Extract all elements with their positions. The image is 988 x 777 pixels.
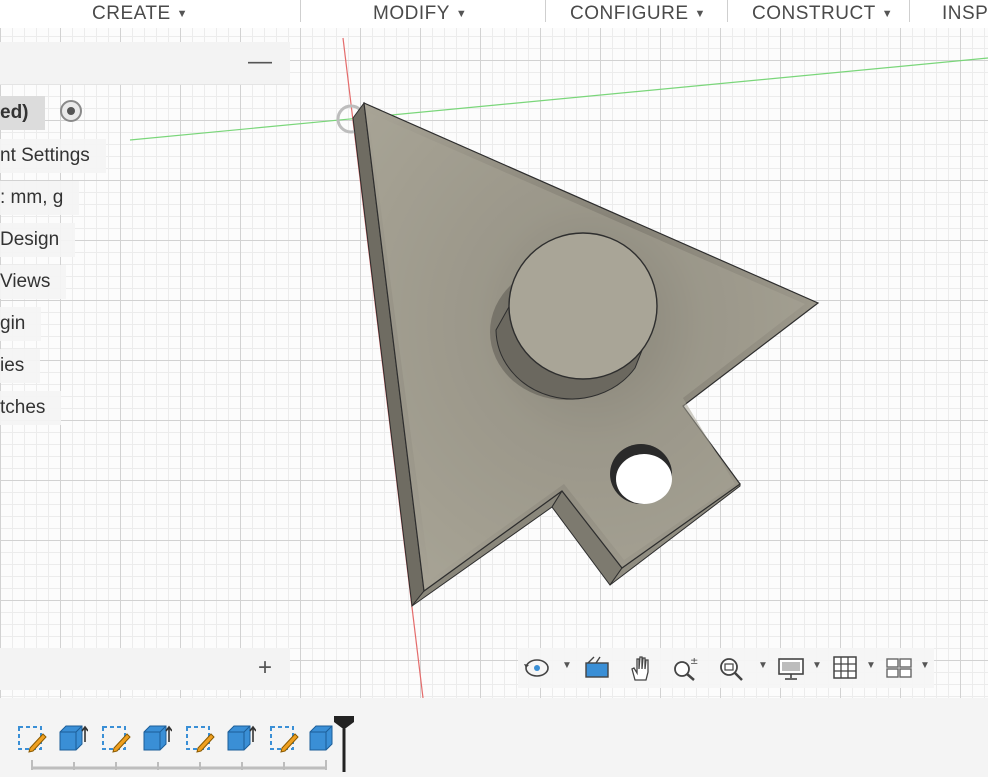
create-menu-label: CREATE: [92, 3, 171, 24]
browser-item-settings[interactable]: nt Settings: [0, 139, 106, 173]
create-menu[interactable]: CREATE ▼: [92, 3, 188, 25]
browser-item-views[interactable]: Views: [0, 265, 67, 299]
toolbar-divider: [545, 0, 546, 22]
browser-item-label: nt Settings: [0, 145, 90, 166]
chevron-down-icon: ▼: [455, 8, 468, 20]
orbit-icon[interactable]: [522, 654, 552, 682]
chevron-down-icon[interactable]: ▼: [758, 660, 768, 671]
sketch-icon[interactable]: [16, 722, 48, 754]
navigation-bar: ▼ ± ▼ ▼ ▼ ▼: [518, 648, 934, 688]
construct-menu[interactable]: CONSTRUCT ▼: [752, 3, 893, 25]
model-scene[interactable]: [0, 0, 988, 698]
chevron-down-icon: ▼: [694, 8, 706, 20]
svg-text:±: ±: [690, 656, 698, 667]
timeline-bar: [0, 698, 988, 777]
modify-menu-label: MODIFY: [373, 3, 450, 24]
inspect-menu-label: INSP: [942, 3, 988, 24]
look-at-icon[interactable]: [582, 654, 612, 682]
browser-panel-header: —: [0, 42, 290, 85]
browser-item-units[interactable]: : mm, g: [0, 181, 80, 215]
toolbar-divider: [909, 0, 910, 22]
extrude-icon[interactable]: [224, 722, 256, 754]
browser-item-label: : mm, g: [0, 187, 64, 208]
fit-icon[interactable]: [716, 654, 746, 682]
browser-item-document[interactable]: ed): [0, 96, 45, 130]
toolbar-divider: [300, 0, 301, 22]
keyring-hole-through: [616, 454, 672, 504]
browser-item-label: gin: [0, 313, 26, 334]
timeline-marker-icon[interactable]: [332, 714, 356, 774]
main-toolbar: CREATE ▼ MODIFY ▼ CONFIGURE ▼ CONSTRUCT …: [0, 0, 988, 28]
browser-item-label: ies: [0, 355, 25, 376]
browser-item-origin[interactable]: gin: [0, 307, 42, 341]
construct-menu-label: CONSTRUCT: [752, 3, 876, 24]
browser-item-label: ed): [0, 102, 29, 123]
comments-panel-header: +: [0, 648, 290, 690]
configure-menu[interactable]: CONFIGURE ▼: [570, 3, 706, 25]
chevron-down-icon: ▼: [176, 8, 189, 20]
pan-icon[interactable]: [626, 654, 656, 682]
browser-item-label: Views: [0, 271, 51, 292]
toolbar-divider: [727, 0, 728, 22]
sketch-icon[interactable]: [268, 722, 300, 754]
extrude-icon[interactable]: [56, 722, 88, 754]
inspect-menu[interactable]: INSP: [942, 3, 988, 25]
configure-menu-label: CONFIGURE: [570, 3, 689, 24]
grid-icon[interactable]: [830, 654, 860, 682]
sketch-icon[interactable]: [184, 722, 216, 754]
chevron-down-icon[interactable]: ▼: [812, 660, 822, 671]
browser-item-design[interactable]: Design: [0, 223, 76, 257]
plus-icon[interactable]: +: [258, 654, 272, 682]
extrude-icon[interactable]: [140, 722, 172, 754]
browser-item-label: Design: [0, 229, 60, 250]
boss-top[interactable]: [508, 232, 658, 380]
browser-item-sketches[interactable]: tches: [0, 391, 62, 425]
chevron-down-icon[interactable]: ▼: [866, 660, 876, 671]
modify-menu[interactable]: MODIFY ▼: [373, 3, 467, 25]
browser-item-bodies[interactable]: ies: [0, 349, 41, 383]
browser-item-label: tches: [0, 397, 46, 418]
sketch-icon[interactable]: [100, 722, 132, 754]
chevron-down-icon[interactable]: ▼: [562, 660, 572, 671]
chevron-down-icon: ▼: [881, 8, 894, 20]
viewports-icon[interactable]: [884, 654, 914, 682]
zoom-icon[interactable]: ±: [670, 654, 700, 682]
display-settings-icon[interactable]: [776, 654, 806, 682]
chevron-down-icon[interactable]: ▼: [920, 660, 930, 671]
minus-icon[interactable]: —: [248, 48, 272, 76]
active-radio-icon[interactable]: [60, 100, 82, 122]
canvas-viewport[interactable]: [0, 0, 988, 698]
